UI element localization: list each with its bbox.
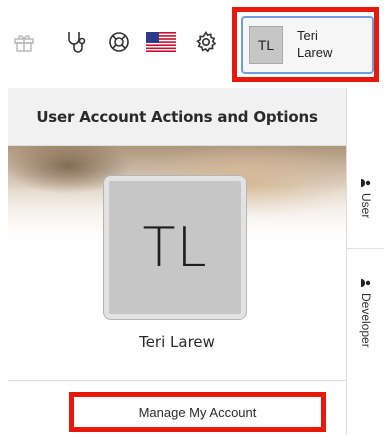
user-icon (361, 179, 371, 187)
user-first-name: Teri (297, 28, 318, 43)
tab-user[interactable]: User (347, 178, 384, 238)
top-toolbar: TL Teri Larew (0, 0, 384, 88)
panel-header: User Account Actions and Options (8, 88, 346, 146)
profile-avatar: TL (104, 176, 246, 319)
panel-title: User Account Actions and Options (36, 107, 318, 126)
tab-developer[interactable]: Developer (347, 278, 384, 368)
stethoscope-icon[interactable] (61, 26, 93, 58)
avatar-initials: TL (257, 37, 275, 53)
user-account-panel: User Account Actions and Options TL Teri… (8, 88, 346, 435)
tab-user-label: User (359, 193, 373, 219)
avatar: TL (249, 26, 283, 64)
manage-my-account-link[interactable]: Manage My Account (74, 397, 321, 427)
tab-developer-label: Developer (359, 293, 373, 348)
lifebuoy-icon[interactable] (103, 26, 135, 58)
side-tabs: User Developer (346, 88, 384, 435)
profile-name: Teri Larew (139, 333, 215, 351)
developer-icon (361, 279, 371, 287)
gift-icon[interactable] (8, 26, 40, 58)
user-last-name: Larew (297, 45, 333, 60)
profile-avatar-initials: TL (142, 216, 208, 279)
us-flag-icon[interactable] (144, 26, 178, 58)
tab-separator (347, 248, 384, 249)
user-name: Teri Larew (297, 27, 332, 61)
profile-area: TL Teri Larew (8, 146, 346, 380)
panel-left-edge (0, 88, 8, 435)
manage-account-row: Manage My Account (8, 381, 346, 435)
gear-icon[interactable] (190, 26, 222, 58)
user-account-button[interactable]: TL Teri Larew (241, 16, 374, 74)
